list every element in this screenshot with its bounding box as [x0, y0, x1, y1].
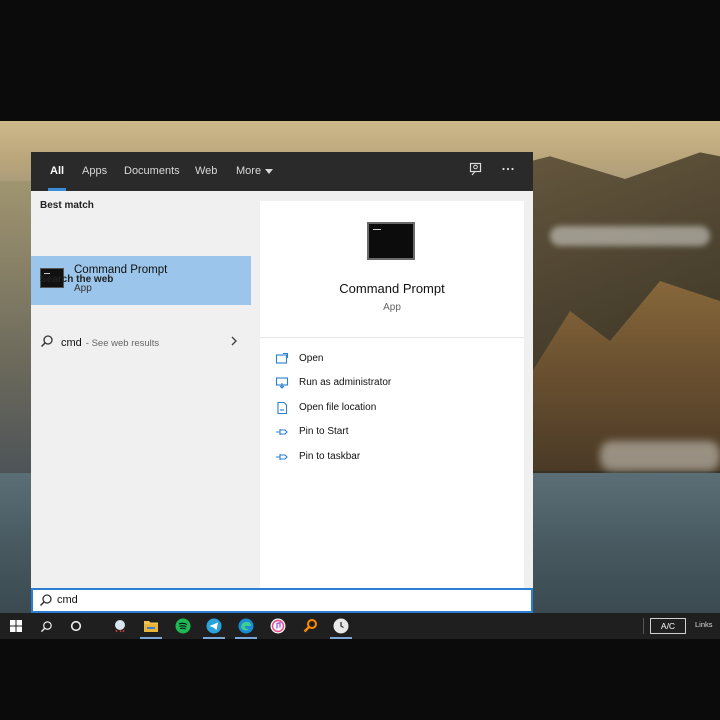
- action-label: Open file location: [299, 402, 377, 413]
- spotify-icon[interactable]: [169, 613, 197, 639]
- feedback-icon[interactable]: [463, 152, 489, 191]
- search-icon: [39, 593, 54, 608]
- telegram-icon[interactable]: [200, 613, 228, 639]
- weather-icon[interactable]: [106, 613, 134, 639]
- itunes-icon[interactable]: [264, 613, 292, 639]
- action-run-as-administrator[interactable]: Run as administrator: [275, 374, 505, 394]
- screen: All Apps Documents Web More Best match C…: [0, 0, 720, 720]
- web-result[interactable]: cmd - See web results: [31, 330, 251, 356]
- preview-subtitle: App: [383, 302, 401, 313]
- chevron-right-icon[interactable]: [229, 334, 239, 351]
- action-label: Pin to Start: [299, 426, 349, 437]
- tab-apps[interactable]: Apps: [82, 152, 107, 191]
- shield-run-icon: [275, 376, 289, 390]
- preview-title: Command Prompt: [339, 281, 445, 296]
- taskbar-divider: [643, 618, 644, 634]
- start-search-panel: All Apps Documents Web More Best match C…: [31, 152, 533, 613]
- file-explorer-icon[interactable]: [137, 613, 165, 639]
- tab-more[interactable]: More: [236, 152, 274, 191]
- action-label: Run as administrator: [299, 377, 392, 388]
- tab-web[interactable]: Web: [195, 152, 217, 191]
- command-prompt-icon: [367, 222, 415, 260]
- taskbar: A/C Links: [0, 613, 720, 639]
- links-toolbar-label[interactable]: Links: [695, 620, 713, 629]
- search-app-icon[interactable]: [296, 613, 324, 639]
- best-match-heading: Best match: [40, 200, 94, 211]
- search-input[interactable]: cmd: [31, 588, 533, 613]
- search-web-heading: Search the web: [40, 274, 114, 285]
- pin-icon: [275, 450, 289, 464]
- tab-more-label: More: [236, 165, 262, 177]
- chevron-down-icon: [265, 168, 274, 174]
- search-icon[interactable]: [32, 613, 60, 639]
- start-icon[interactable]: [2, 613, 30, 639]
- tab-documents[interactable]: Documents: [124, 152, 180, 191]
- results-list: Best match Command Prompt App Search the…: [31, 191, 251, 613]
- file-location-icon: [275, 401, 289, 415]
- search-icon: [40, 334, 56, 350]
- search-input-value: cmd: [57, 594, 78, 606]
- wallpaper-fog: [600, 441, 720, 471]
- clock-app-icon[interactable]: [327, 613, 355, 639]
- action-open[interactable]: Open: [275, 350, 505, 370]
- cortana-icon[interactable]: [62, 613, 90, 639]
- edge-icon[interactable]: [232, 613, 260, 639]
- action-label: Open: [299, 353, 324, 364]
- wallpaper-fog: [550, 226, 710, 246]
- pin-icon: [275, 425, 289, 439]
- search-filter-tabs: All Apps Documents Web More: [31, 152, 533, 191]
- preview-pane: Command Prompt App Open Run as administr…: [260, 201, 524, 613]
- web-hint: - See web results: [85, 338, 160, 349]
- action-open-file-location[interactable]: Open file location: [275, 399, 505, 419]
- action-pin-to-start[interactable]: Pin to Start: [275, 423, 505, 443]
- web-result-text: cmd - See web results: [61, 337, 159, 349]
- tray-ac-badge[interactable]: A/C: [650, 618, 686, 634]
- action-label: Pin to taskbar: [299, 451, 361, 462]
- app-preview: Command Prompt App: [260, 201, 524, 338]
- web-query: cmd: [61, 337, 82, 349]
- more-options-icon[interactable]: [495, 152, 521, 191]
- open-icon: [275, 352, 289, 366]
- tab-all[interactable]: All: [47, 152, 67, 191]
- action-pin-to-taskbar[interactable]: Pin to taskbar: [275, 448, 505, 468]
